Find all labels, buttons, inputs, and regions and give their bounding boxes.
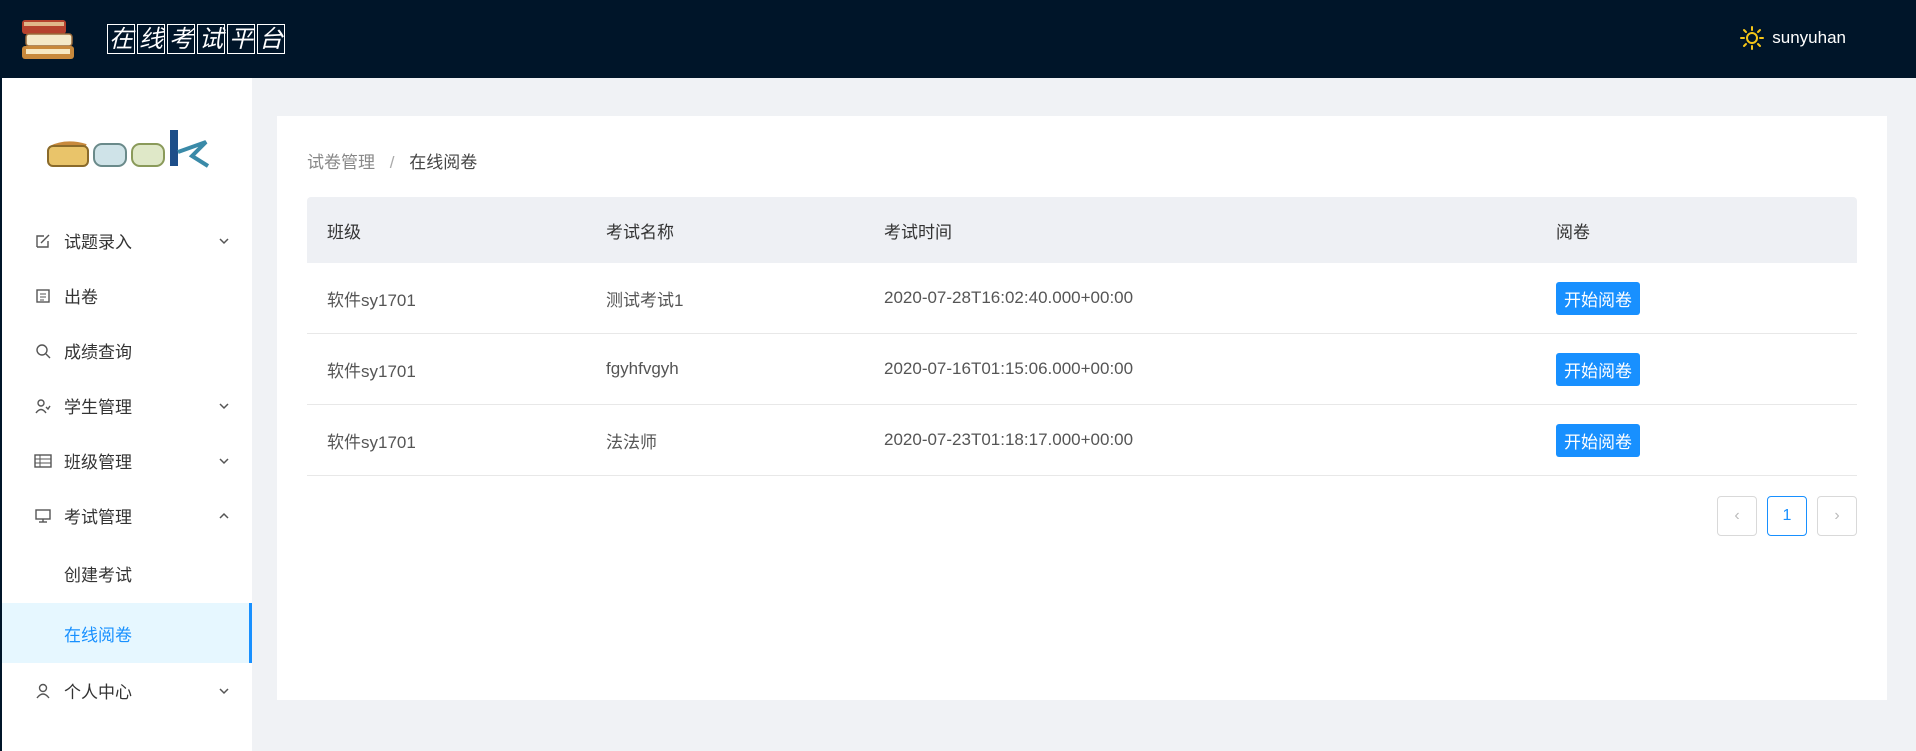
column-header-class: 班级 xyxy=(327,222,361,242)
app-title-char: 试 xyxy=(197,24,225,54)
menu-item-label: 学生管理 xyxy=(64,398,132,417)
prev-page-button[interactable]: ‹ xyxy=(1717,496,1757,536)
cell-exam-time: 2020-07-23T01:18:17.000+00:00 xyxy=(884,430,1134,449)
start-marking-button[interactable]: 开始阅卷 xyxy=(1556,281,1640,315)
menu-item-label: 试题录入 xyxy=(64,233,132,252)
start-marking-button[interactable]: 开始阅卷 xyxy=(1556,423,1640,457)
submenu-item-online-marking[interactable]: 在线阅卷 xyxy=(2,603,252,663)
cell-class: 软件sy1701 xyxy=(327,290,416,310)
menu-item-label: 成绩查询 xyxy=(64,343,132,362)
breadcrumb-current: 在线阅卷 xyxy=(409,153,478,172)
menu-item-personal-center[interactable]: 个人中心 xyxy=(2,663,252,718)
sidebar: 试题录入 出卷 成绩查询 学生管理 班级管理 考试管理 创建考试 在线阅卷 个人… xyxy=(0,78,252,751)
side-menu: 试题录入 出卷 成绩查询 学生管理 班级管理 考试管理 创建考试 在线阅卷 个人… xyxy=(2,213,252,718)
menu-item-make-paper[interactable]: 出卷 xyxy=(2,268,252,323)
exam-table: 班级 考试名称 考试时间 阅卷 软件sy1701 测试考试1 2020-07-2… xyxy=(307,197,1857,476)
app-title-char: 线 xyxy=(137,24,165,54)
list-icon xyxy=(34,287,52,305)
column-header-marking: 阅卷 xyxy=(1556,222,1590,242)
monitor-icon xyxy=(34,507,52,525)
menu-item-exam-manage[interactable]: 考试管理 xyxy=(2,488,252,543)
menu-item-student-manage[interactable]: 学生管理 xyxy=(2,378,252,433)
cell-class: 软件sy1701 xyxy=(327,432,416,452)
app-title-char: 台 xyxy=(257,24,285,54)
cell-action: 开始阅卷 xyxy=(1556,352,1857,386)
chevron-down-icon xyxy=(219,457,229,464)
cell-action: 开始阅卷 xyxy=(1556,423,1857,457)
submenu-item-create-exam[interactable]: 创建考试 xyxy=(2,543,252,603)
chevron-down-icon xyxy=(219,687,229,694)
app-title-char: 在 xyxy=(107,24,135,54)
main-content: 试卷管理 / 在线阅卷 班级 考试名称 考试时间 阅卷 软件sy1701 测试考… xyxy=(277,116,1887,700)
table-icon xyxy=(34,452,52,470)
cell-action: 开始阅卷 xyxy=(1556,281,1857,315)
cell-exam-name: 法法师 xyxy=(606,432,657,452)
pagination: ‹ 1 › xyxy=(1717,496,1857,536)
books-logo-icon xyxy=(22,20,74,59)
sun-icon xyxy=(1740,26,1765,50)
cell-exam-time: 2020-07-16T01:15:06.000+00:00 xyxy=(884,359,1134,378)
table-row: 软件sy1701 fgyhfvgyh 2020-07-16T01:15:06.0… xyxy=(307,334,1857,405)
breadcrumb: 试卷管理 / 在线阅卷 xyxy=(307,148,477,173)
menu-item-class-manage[interactable]: 班级管理 xyxy=(2,433,252,488)
menu-item-label: 出卷 xyxy=(64,288,98,307)
chevron-up-icon xyxy=(219,512,229,519)
table-header: 班级 考试名称 考试时间 阅卷 xyxy=(307,197,1857,263)
next-page-button[interactable]: › xyxy=(1817,496,1857,536)
book-logo-icon xyxy=(47,130,210,168)
menu-item-label: 考试管理 xyxy=(64,508,132,527)
app-title: 在 线 考 试 平 台 xyxy=(107,24,285,54)
column-header-exam-name: 考试名称 xyxy=(606,222,674,242)
search-icon xyxy=(34,342,52,360)
edit-icon xyxy=(34,232,52,250)
app-title-char: 考 xyxy=(167,24,195,54)
cell-exam-name: fgyhfvgyh xyxy=(606,359,679,378)
person-icon xyxy=(34,682,52,700)
cell-exam-time: 2020-07-28T16:02:40.000+00:00 xyxy=(884,288,1134,307)
menu-item-question-entry[interactable]: 试题录入 xyxy=(2,213,252,268)
user-menu[interactable]: sunyuhan xyxy=(1740,26,1846,50)
menu-item-label: 个人中心 xyxy=(64,683,132,702)
table-row: 软件sy1701 法法师 2020-07-23T01:18:17.000+00:… xyxy=(307,405,1857,476)
top-header: 在 线 考 试 平 台 sunyuhan xyxy=(0,0,1916,78)
cell-class: 软件sy1701 xyxy=(327,361,416,381)
breadcrumb-separator: / xyxy=(389,153,395,172)
start-marking-button[interactable]: 开始阅卷 xyxy=(1556,352,1640,386)
menu-item-score-query[interactable]: 成绩查询 xyxy=(2,323,252,378)
column-header-exam-time: 考试时间 xyxy=(884,222,952,242)
chevron-down-icon xyxy=(219,237,229,244)
table-row: 软件sy1701 测试考试1 2020-07-28T16:02:40.000+0… xyxy=(307,263,1857,334)
cell-exam-name: 测试考试1 xyxy=(606,290,684,310)
page-1-button[interactable]: 1 xyxy=(1767,496,1807,536)
app-title-char: 平 xyxy=(227,24,255,54)
menu-item-label: 班级管理 xyxy=(64,453,132,472)
username[interactable]: sunyuhan xyxy=(1772,28,1846,48)
chevron-down-icon xyxy=(219,402,229,409)
user-manage-icon xyxy=(34,397,52,415)
breadcrumb-parent[interactable]: 试卷管理 xyxy=(307,153,375,172)
